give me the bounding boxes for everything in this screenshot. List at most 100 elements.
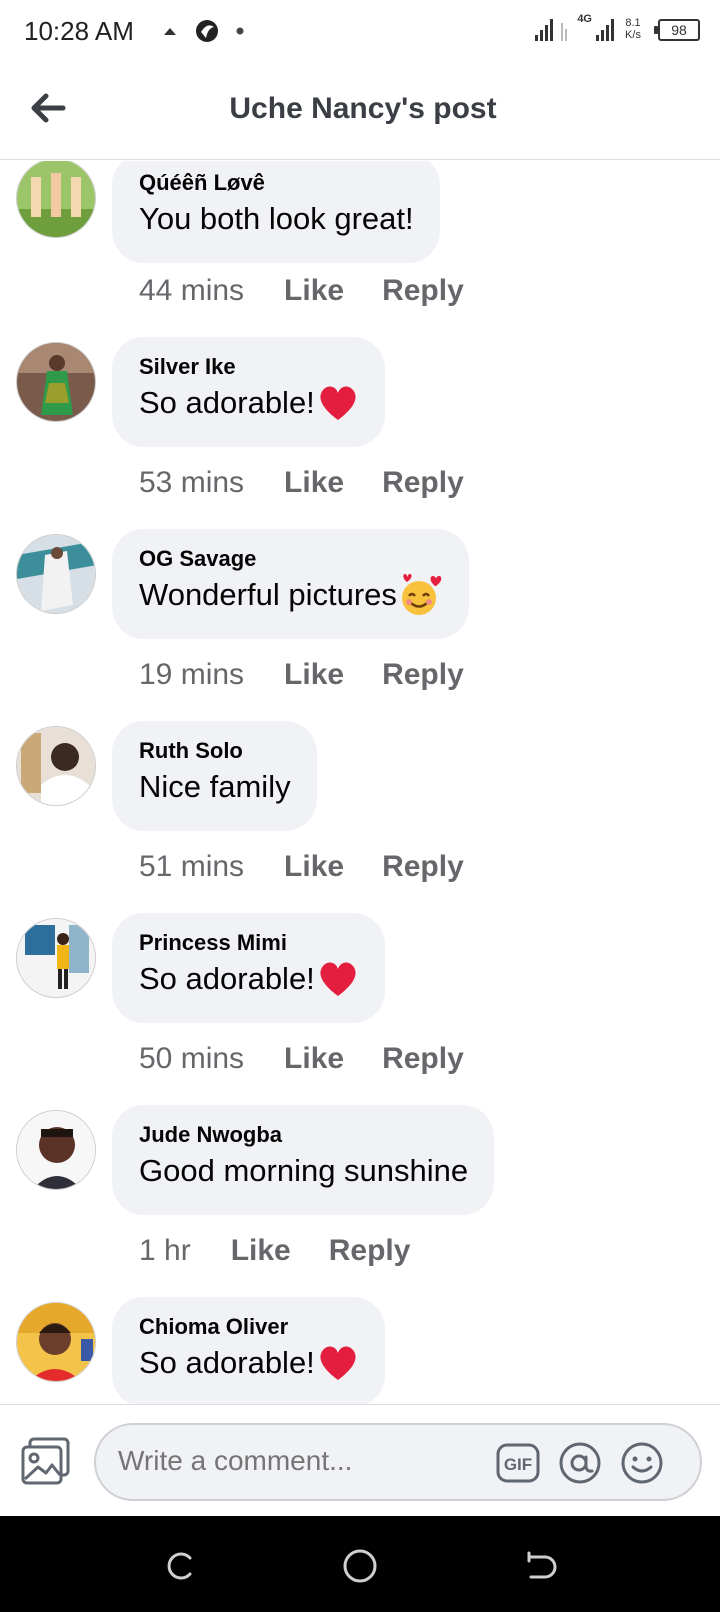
- comment-actions: 53 mins Like Reply: [139, 466, 502, 500]
- commenter-name[interactable]: Qúéêñ Løvê: [139, 169, 414, 197]
- mention-button[interactable]: [558, 1441, 602, 1485]
- comment-text: So adorable!: [139, 381, 359, 425]
- comment-bubble[interactable]: Chioma Oliver So adorable!: [112, 1297, 385, 1404]
- page-title: Uche Nancy's post: [229, 92, 497, 125]
- comment-item: Chioma Oliver So adorable!: [0, 1297, 720, 1404]
- comment-bubble[interactable]: Princess Mimi So adorable!: [112, 913, 385, 1023]
- comment-item: Silver Ike So adorable! 53 mins Like Rep…: [0, 337, 720, 534]
- like-button[interactable]: Like: [284, 274, 344, 308]
- mention-icon: [559, 1442, 601, 1484]
- comment-bubble[interactable]: Ruth Solo Nice family: [112, 721, 317, 831]
- comment-bubble[interactable]: Jude Nwogba Good morning sunshine: [112, 1105, 495, 1215]
- comment-actions: 51 mins Like Reply: [139, 850, 502, 884]
- status-time: 10:28 AM: [24, 16, 134, 46]
- comment-item: Ruth Solo Nice family 51 mins Like Reply: [0, 721, 720, 918]
- comment-item: Jude Nwogba Good morning sunshine 1 hr L…: [0, 1105, 720, 1302]
- comment-box[interactable]: GIF: [94, 1423, 702, 1501]
- cloud-icon: [164, 28, 176, 35]
- commenter-name[interactable]: Silver Ike: [139, 353, 359, 381]
- gif-icon: GIF: [496, 1443, 540, 1483]
- avatar[interactable]: [16, 1110, 96, 1190]
- heart-icon: [320, 962, 356, 996]
- photo-icon: [21, 1437, 70, 1485]
- network-speed-unit: K/s: [625, 29, 641, 41]
- comment-text: So adorable!: [139, 957, 359, 1001]
- reply-button[interactable]: Reply: [382, 850, 464, 884]
- comment-text: So adorable!: [139, 1341, 359, 1385]
- back-nav-button[interactable]: [520, 1546, 560, 1586]
- system-navigation-bar: [0, 1516, 720, 1612]
- reply-button[interactable]: Reply: [329, 1234, 411, 1268]
- comment-item: Qúéêñ Løvê You both look great! 44 mins …: [0, 161, 720, 342]
- comment-item: OG Savage Wonderful pictures 19 mins Lik…: [0, 529, 720, 726]
- recent-apps-icon: [167, 1552, 192, 1580]
- avatar[interactable]: [16, 726, 96, 806]
- signal-icon-2: [596, 17, 614, 41]
- gif-label: GIF: [504, 1455, 532, 1474]
- avatar[interactable]: [16, 534, 96, 614]
- comment-actions: 19 mins Like Reply: [139, 658, 502, 692]
- reply-button[interactable]: Reply: [382, 658, 464, 692]
- battery-icon: 98: [654, 19, 700, 41]
- like-button[interactable]: Like: [284, 466, 344, 500]
- dot-icon: [236, 27, 244, 35]
- comment-input[interactable]: [118, 1445, 478, 1477]
- comment-text-body: Nice family: [139, 769, 291, 804]
- commenter-name[interactable]: Ruth Solo: [139, 737, 291, 765]
- comment-time[interactable]: 53 mins: [139, 466, 244, 500]
- avatar[interactable]: [16, 918, 96, 998]
- reply-button[interactable]: Reply: [382, 466, 464, 500]
- avatar[interactable]: [16, 161, 96, 238]
- like-button[interactable]: Like: [284, 1042, 344, 1076]
- photo-button[interactable]: [20, 1435, 72, 1487]
- comment-actions: 44 mins Like Reply: [139, 274, 502, 308]
- comment-composer: GIF: [0, 1404, 720, 1516]
- status-bar: 10:28 AM 4G 8.1 K/s 98: [0, 0, 720, 66]
- comment-text-body: So adorable!: [139, 961, 315, 996]
- avatar[interactable]: [16, 1302, 96, 1382]
- comment-time[interactable]: 51 mins: [139, 850, 244, 884]
- network-speed: 8.1 K/s: [622, 17, 644, 41]
- comment-list[interactable]: Qúéêñ Løvê You both look great! 44 mins …: [0, 161, 720, 1404]
- comment-text-body: You both look great!: [139, 201, 414, 236]
- like-button[interactable]: Like: [284, 850, 344, 884]
- comment-time[interactable]: 1 hr: [139, 1234, 191, 1268]
- signal-icon: [535, 17, 554, 41]
- header: Uche Nancy's post: [0, 66, 720, 160]
- commenter-name[interactable]: OG Savage: [139, 545, 443, 573]
- like-button[interactable]: Like: [284, 658, 344, 692]
- network-type: 4G: [577, 13, 592, 25]
- comment-bubble[interactable]: Silver Ike So adorable!: [112, 337, 385, 447]
- comment-text: Good morning sunshine: [139, 1149, 468, 1193]
- comment-text: You both look great!: [139, 197, 414, 241]
- comment-bubble[interactable]: Qúéêñ Løvê You both look great!: [112, 161, 440, 263]
- comment-text-body: So adorable!: [139, 1345, 315, 1380]
- comment-time[interactable]: 50 mins: [139, 1042, 244, 1076]
- gif-button[interactable]: GIF: [496, 1441, 540, 1485]
- reply-button[interactable]: Reply: [382, 274, 464, 308]
- notification-icons: [162, 18, 244, 44]
- like-button[interactable]: Like: [231, 1234, 291, 1268]
- home-button[interactable]: [340, 1546, 380, 1586]
- comment-time[interactable]: 44 mins: [139, 274, 244, 308]
- comment-actions: 1 hr Like Reply: [139, 1234, 448, 1268]
- battery-level: 98: [671, 22, 687, 38]
- comment-time[interactable]: 19 mins: [139, 658, 244, 692]
- commenter-name[interactable]: Jude Nwogba: [139, 1121, 468, 1149]
- heart-icon: [320, 386, 356, 420]
- home-icon: [343, 1549, 377, 1583]
- commenter-name[interactable]: Princess Mimi: [139, 929, 359, 957]
- network-speed-value: 8.1: [625, 17, 641, 29]
- comment-actions: 50 mins Like Reply: [139, 1042, 502, 1076]
- commenter-name[interactable]: Chioma Oliver: [139, 1313, 359, 1341]
- comment-text-body: Wonderful pictures: [139, 577, 397, 612]
- comment-text-body: Good morning sunshine: [139, 1153, 469, 1188]
- comment-bubble[interactable]: OG Savage Wonderful pictures: [112, 529, 469, 639]
- data-transfer-icon: [561, 17, 568, 41]
- reply-button[interactable]: Reply: [382, 1042, 464, 1076]
- avatar[interactable]: [16, 342, 96, 422]
- heart-icon: [320, 1346, 356, 1380]
- recent-apps-button[interactable]: [160, 1546, 200, 1586]
- emoji-button[interactable]: [620, 1441, 664, 1485]
- emoji-icon: [621, 1442, 663, 1484]
